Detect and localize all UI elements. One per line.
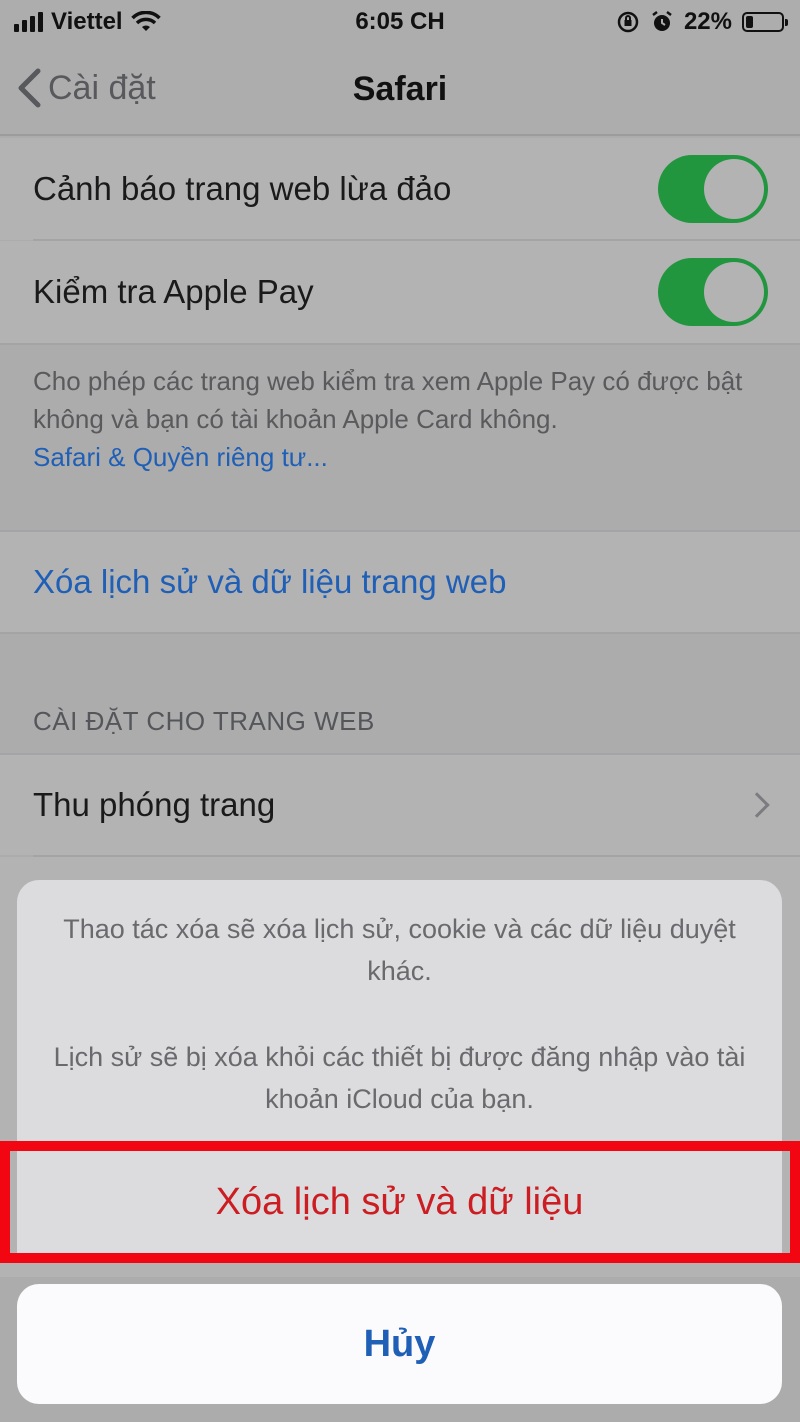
footer-text: Cho phép các trang web kiểm tra xem Appl…: [33, 366, 743, 434]
orientation-lock-icon: [617, 11, 639, 33]
status-bar: Viettel 6:05 CH 22%: [0, 0, 800, 44]
apple-pay-footer: Cho phép các trang web kiểm tra xem Appl…: [33, 362, 773, 476]
apple-pay-label: Kiểm tra Apple Pay: [33, 273, 314, 310]
highlight-box: [0, 1141, 800, 1263]
battery-icon: [742, 12, 788, 32]
row-fraud-warning: Cảnh báo trang web lừa đảo: [0, 138, 800, 240]
group-divider: [0, 343, 800, 345]
navigation-bar: Cài đặt Safari: [0, 44, 800, 136]
group-divider: [0, 632, 800, 634]
battery-level: [746, 16, 753, 28]
battery-percent: 22%: [683, 8, 732, 35]
chevron-right-icon: [744, 792, 770, 818]
cancel-label: Hủy: [363, 1322, 436, 1365]
row-apple-pay: Kiểm tra Apple Pay: [0, 241, 800, 343]
toggle-knob: [704, 159, 764, 219]
page-zoom-row[interactable]: Thu phóng trang: [0, 755, 800, 855]
alarm-icon: [652, 11, 672, 31]
sheet-message-secondary: Lịch sử sẽ bị xóa khỏi các thiết bị được…: [53, 1042, 746, 1114]
apple-pay-toggle[interactable]: [658, 258, 768, 326]
clear-history-row[interactable]: Xóa lịch sử và dữ liệu trang web: [0, 532, 800, 632]
clear-history-label: Xóa lịch sử và dữ liệu trang web: [33, 563, 507, 600]
fraud-warning-label: Cảnh báo trang web lừa đảo: [33, 170, 452, 207]
privacy-link[interactable]: Safari & Quyền riêng tư...: [33, 438, 773, 476]
status-right: 22%: [616, 8, 788, 36]
sheet-message-primary: Thao tác xóa sẽ xóa lịch sử, cookie và c…: [63, 914, 736, 986]
toggle-knob: [704, 262, 764, 322]
page-title: Safari: [352, 70, 448, 108]
fraud-warning-toggle[interactable]: [658, 155, 768, 223]
cancel-button[interactable]: Hủy: [17, 1284, 782, 1404]
page-zoom-label: Thu phóng trang: [33, 786, 276, 823]
section-header: CÀI ĐẶT CHO TRANG WEB: [33, 706, 375, 736]
